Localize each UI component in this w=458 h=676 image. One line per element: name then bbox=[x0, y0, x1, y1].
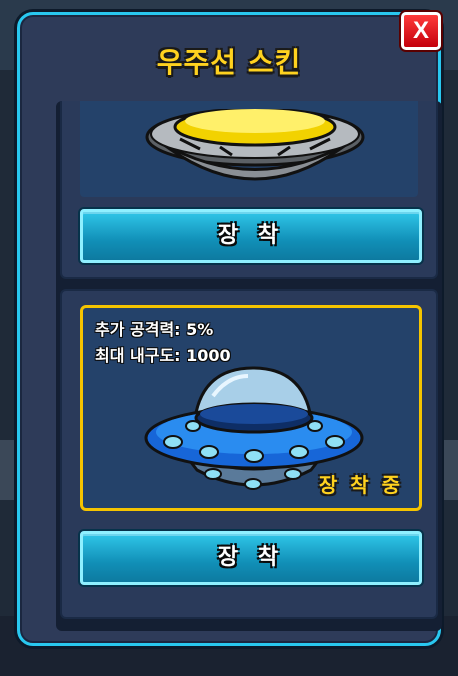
close-button[interactable]: X bbox=[401, 12, 441, 50]
background-right-edge bbox=[442, 440, 458, 500]
popup-title: 우주선 스킨 bbox=[156, 46, 302, 79]
skin-card: 장 착 bbox=[60, 101, 438, 279]
yellow-ufo-icon bbox=[145, 101, 365, 181]
equipped-status-badge: 장 착 중 bbox=[318, 473, 403, 497]
skin-list[interactable]: 장 착 추가 공격력: 5% 최대 내구도: 1000 장 착 중 장 착 bbox=[56, 101, 442, 631]
durability-stat: 최대 내구도: 1000 bbox=[95, 346, 231, 365]
skin-preview-selected: 추가 공격력: 5% 최대 내구도: 1000 장 착 중 bbox=[80, 305, 422, 511]
skin-preview bbox=[80, 101, 418, 197]
equip-button[interactable]: 장 착 bbox=[80, 531, 422, 585]
skin-popup: 우주선 스킨 장 착 추가 공격력: 5% 최대 내구도: 1000 장 착 중… bbox=[17, 12, 442, 646]
equip-button[interactable]: 장 착 bbox=[80, 209, 422, 263]
skin-card-equipped: 추가 공격력: 5% 최대 내구도: 1000 장 착 중 장 착 bbox=[60, 289, 438, 619]
attack-stat: 추가 공격력: 5% bbox=[95, 320, 214, 339]
